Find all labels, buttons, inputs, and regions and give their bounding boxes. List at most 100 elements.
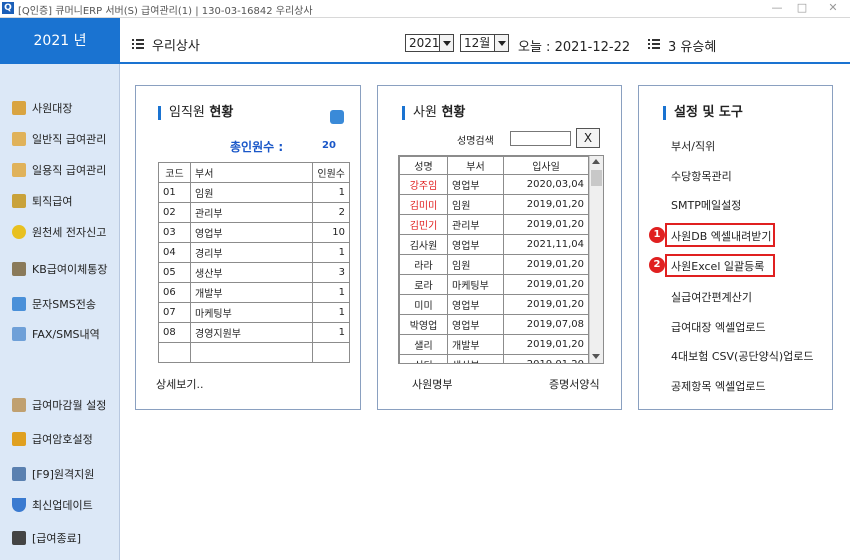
sidebar-item-daily-payroll[interactable]: 일용직 급여관리 [12, 162, 106, 180]
maximize-icon[interactable]: □ [795, 2, 809, 14]
table-cell: 2019,01,20 [503, 334, 589, 355]
sidebar-item-employee-ledger[interactable]: 사원대장 [12, 100, 72, 118]
close-icon[interactable]: ✕ [826, 2, 840, 14]
table-cell: 1 [312, 242, 350, 263]
table-row[interactable] [158, 342, 350, 363]
sidebar-item-label: 사원대장 [32, 102, 73, 115]
list-icon [132, 39, 144, 49]
tool-smtp-mail[interactable]: SMTP메일설정 [671, 197, 741, 213]
table-cell: 06 [158, 282, 191, 303]
table-row[interactable]: 김미미 임원 2019,01,20 [399, 194, 589, 215]
today-date: 오늘 : 2021-12-22 [518, 40, 631, 55]
table-row[interactable]: 강주임 영업부 2020,03,04 [399, 174, 589, 195]
sidebar: 사원대장 일반직 급여관리 일용직 급여관리 퇴직급여 원천세 전자신고 KB급… [0, 64, 120, 560]
column-header: 코드 [158, 162, 191, 183]
staff-title-prefix: 임직원 [169, 105, 205, 120]
table-row[interactable]: 06 개발부 1 [158, 282, 350, 303]
exit-icon [12, 531, 26, 545]
table-row[interactable]: 미미 영업부 2019,01,20 [399, 294, 589, 315]
table-cell: 관리부 [447, 214, 504, 235]
table-row[interactable]: 05 생산부 3 [158, 262, 350, 283]
employee-table: 성명 부서 입사일 강주임 영업부 2020,03,04 김미미 임원 2019,01,2… [399, 156, 589, 363]
tool-allowance-items[interactable]: 수당항목관리 [671, 168, 732, 184]
table-row[interactable]: 김사원 영업부 2021,11,04 [399, 234, 589, 255]
clear-search-button[interactable]: X [576, 128, 600, 148]
table-cell: 임원 [447, 194, 504, 215]
user-info: 3 유승혜 [668, 40, 717, 55]
table-cell: 개발부 [447, 334, 504, 355]
sidebar-item-remote-support[interactable]: [F9]원격지원 [12, 466, 94, 484]
table-cell: 마케팅부 [447, 274, 504, 295]
sidebar-item-tax-filing[interactable]: 원천세 전자신고 [12, 224, 106, 242]
table-row[interactable]: 03 영업부 10 [158, 222, 350, 243]
sidebar-item-password[interactable]: 급여암호설정 [12, 431, 93, 449]
table-cell: 임원 [189, 182, 314, 203]
chevron-up-icon[interactable] [592, 159, 600, 164]
employee-register-link[interactable]: 사원명부 [412, 376, 452, 392]
tool-payroll-excel-upload[interactable]: 급여대장 엑셀업로드 [671, 319, 766, 335]
table-cell: 김미미 [399, 194, 448, 215]
table-cell: 2019,01,20 [503, 194, 589, 215]
table-row[interactable]: 샐리 개발부 2019,01,20 [399, 334, 589, 355]
tool-salary-calculator[interactable]: 실급여간편계산기 [671, 289, 752, 305]
table-cell: 관리부 [189, 202, 314, 223]
table-row[interactable]: 01 임원 1 [158, 182, 350, 203]
table-cell: 영업부 [447, 314, 504, 335]
sidebar-item-closing-month[interactable]: 급여마감월 설정 [12, 397, 106, 415]
sidebar-item-kb-transfer[interactable]: KB급여이체통장 [12, 261, 107, 279]
table-row[interactable]: 02 관리부 2 [158, 202, 350, 223]
staff-status-panel: 임직원 현황 총인원수 : 20 코드 부서 인원수 01 임원 1 02 관리부 2 03… [135, 85, 361, 410]
name-search-input[interactable] [510, 131, 571, 146]
table-cell: 2019,01,20 [503, 294, 589, 315]
table-row[interactable]: 04 경리부 1 [158, 242, 350, 263]
table-cell: 개발부 [189, 282, 314, 303]
sidebar-item-label: 일용직 급여관리 [32, 164, 107, 177]
table-cell: 생산부 [447, 354, 504, 363]
certificate-form-link[interactable]: 증명서양식 [549, 376, 600, 392]
tool-insurance-csv-upload[interactable]: 4대보험 CSV(공단양식)업로드 [671, 348, 813, 364]
sms-icon [12, 297, 26, 311]
sidebar-item-label: 급여암호설정 [32, 433, 93, 446]
table-cell: 영업부 [189, 222, 314, 243]
chevron-down-icon[interactable] [592, 354, 600, 359]
table-cell: 1 [312, 182, 350, 203]
tool-dept-position[interactable]: 부서/직위 [671, 138, 715, 154]
sidebar-item-regular-payroll[interactable]: 일반직 급여관리 [12, 131, 106, 149]
column-header: 입사일 [503, 156, 589, 175]
table-cell: 3 [312, 262, 350, 283]
table-row[interactable]: 박영업 영업부 2019,07,08 [399, 314, 589, 335]
tools-panel-title: 설정 및 도구 [663, 106, 743, 120]
scrollbar[interactable] [589, 156, 603, 363]
table-cell: 03 [158, 222, 191, 243]
refresh-icon[interactable] [330, 110, 344, 124]
year-select[interactable]: 2021 [405, 34, 454, 52]
table-cell: 김민기 [399, 214, 448, 235]
payroll-icon [12, 132, 26, 146]
table-row[interactable]: 로라 마케팅부 2019,01,20 [399, 274, 589, 295]
name-search-label: 성명검색 [457, 136, 494, 147]
sidebar-item-fax-sms-history[interactable]: FAX/SMS내역 [12, 326, 100, 344]
calendar-icon [12, 398, 26, 412]
sidebar-item-label: 최신업데이트 [32, 499, 93, 512]
minimize-icon[interactable]: — [770, 2, 784, 14]
tool-deduction-excel-upload[interactable]: 공제항목 엑셀업로드 [671, 378, 766, 394]
table-cell: 영업부 [447, 294, 504, 315]
sidebar-item-update[interactable]: 최신업데이트 [12, 497, 93, 515]
sidebar-item-exit[interactable]: [급여종료] [12, 530, 81, 548]
table-row[interactable]: 신디생산부2019,01,20 [399, 354, 589, 363]
year-label: 2021 년 [0, 18, 120, 64]
table-row[interactable]: 라라 임원 2019,01,20 [399, 254, 589, 275]
staff-table: 코드 부서 인원수 01 임원 1 02 관리부 2 03 영업부 10 04 경리부 1 05 생산부 3… [158, 162, 350, 363]
column-header: 부서 [447, 156, 504, 175]
scrollbar-thumb[interactable] [591, 170, 602, 186]
table-row[interactable]: 07 마케팅부 1 [158, 302, 350, 323]
month-select[interactable]: 12월 [460, 34, 509, 52]
sidebar-item-retirement[interactable]: 퇴직급여 [12, 193, 72, 211]
employee-title-prefix: 사원 [413, 105, 437, 120]
detail-view-link[interactable]: 상세보기.. [156, 376, 203, 392]
sidebar-item-sms[interactable]: 문자SMS전송 [12, 296, 96, 314]
table-row[interactable]: 08 경영지원부 1 [158, 322, 350, 343]
table-cell: 미미 [399, 294, 448, 315]
sidebar-item-label: 일반직 급여관리 [32, 133, 107, 146]
table-row[interactable]: 김민기 관리부 2019,01,20 [399, 214, 589, 235]
